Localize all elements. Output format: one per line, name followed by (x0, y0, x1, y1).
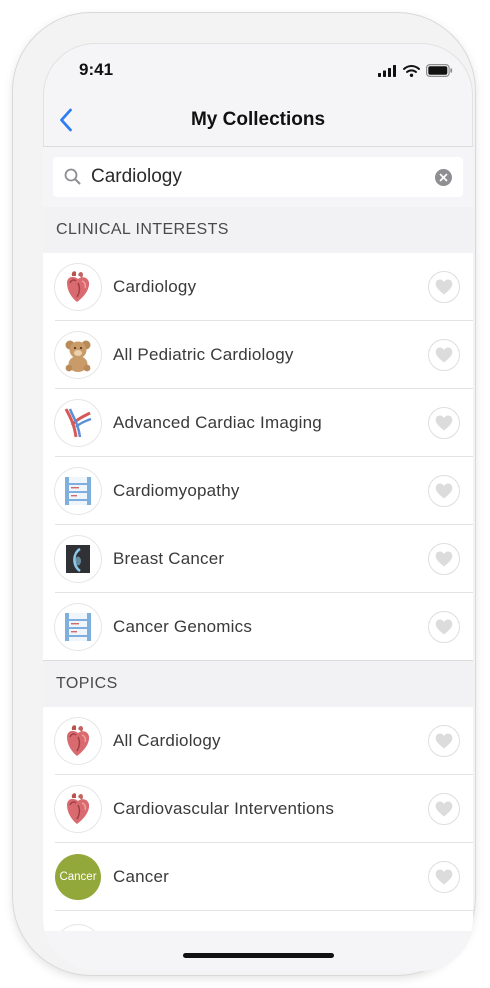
cancer-badge-text: Cancer (59, 871, 97, 883)
list-item[interactable]: Cardiomyopathy (43, 457, 473, 525)
ladder-chart-icon (55, 604, 101, 650)
list-item[interactable]: Cancer Cancer (43, 843, 473, 911)
heart-outline-icon (434, 867, 454, 887)
heart-outline-icon (434, 617, 454, 637)
heart-outline-icon (434, 731, 454, 751)
home-indicator-area (43, 931, 473, 971)
battery-icon (426, 64, 453, 77)
phone-frame: 9:41 My Collections Cardiology CLINICAL … (13, 13, 475, 975)
list-item[interactable]: Advanced Cardiac Imaging (43, 389, 473, 457)
status-bar: 9:41 (43, 43, 473, 93)
mammogram-icon (55, 536, 101, 582)
clear-icon (439, 173, 448, 182)
search-icon (64, 168, 81, 185)
signal-icon (378, 64, 396, 77)
list-item-label: Cancer Genomics (113, 617, 253, 636)
section-header-clinical-interests: CLINICAL INTERESTS (43, 207, 473, 253)
app-screen: 9:41 My Collections Cardiology CLINICAL … (43, 43, 473, 971)
list-item[interactable]: Cardiovascular Interventions (43, 775, 473, 843)
favorite-button[interactable] (428, 339, 460, 371)
heart-outline-icon (434, 277, 454, 297)
collections-list: CLINICAL INTERESTS Cardiology All Pediat… (43, 207, 473, 931)
heart-outline-icon (434, 481, 454, 501)
list-item[interactable]: Cardiology (43, 253, 473, 321)
blood-vessel-icon (55, 400, 101, 446)
favorite-button[interactable] (428, 725, 460, 757)
search-input[interactable] (91, 163, 421, 191)
favorite-button[interactable] (428, 861, 460, 893)
cancer-badge-icon: Cancer (55, 854, 101, 900)
list-item[interactable]: All Pediatric Cardiology (43, 321, 473, 389)
list-item[interactable]: Cancer Genomics (43, 593, 473, 661)
clear-search-button[interactable] (435, 169, 452, 186)
search-bar (43, 146, 473, 208)
list-item-partial[interactable] (43, 911, 473, 931)
page-title: My Collections (190, 109, 326, 130)
heart-icon (55, 718, 101, 764)
heart-icon (55, 786, 101, 832)
list-item-label: Cardiovascular Interventions (113, 799, 335, 818)
navigation-bar: My Collections (43, 93, 473, 147)
favorite-button[interactable] (428, 793, 460, 825)
favorite-button[interactable] (428, 407, 460, 439)
favorite-button[interactable] (428, 611, 460, 643)
status-time: 9:41 (79, 60, 114, 79)
favorite-button[interactable] (428, 475, 460, 507)
list-item-label: Advanced Cardiac Imaging (113, 413, 322, 432)
heart-outline-icon (434, 345, 454, 365)
favorite-button[interactable] (428, 271, 460, 303)
heart-outline-icon (434, 549, 454, 569)
list-item-label: Cardiology (113, 277, 197, 296)
list-item-label: Breast Cancer (113, 549, 225, 568)
teddy-bear-icon (55, 332, 101, 378)
ladder-chart-icon (55, 468, 101, 514)
heart-icon (55, 264, 101, 310)
search-field[interactable] (53, 157, 463, 197)
heart-outline-icon (434, 799, 454, 819)
list-item-label: All Pediatric Cardiology (113, 345, 294, 364)
list-item-label: All Cardiology (113, 731, 221, 750)
heart-outline-icon (434, 413, 454, 433)
wifi-icon (403, 64, 420, 77)
section-header-topics: TOPICS (43, 661, 473, 707)
list-item[interactable]: Breast Cancer (43, 525, 473, 593)
list-item[interactable]: All Cardiology (43, 707, 473, 775)
list-item-label: Cancer (113, 867, 170, 886)
favorite-button[interactable] (428, 543, 460, 575)
home-indicator[interactable] (183, 953, 334, 958)
list-item-label: Cardiomyopathy (113, 481, 240, 500)
status-icons (378, 64, 453, 77)
